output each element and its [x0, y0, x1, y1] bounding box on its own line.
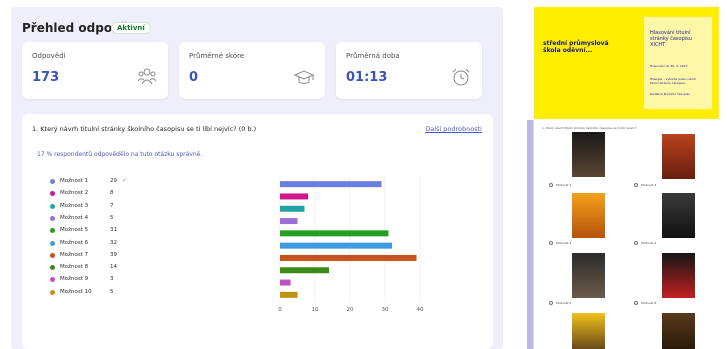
legend-dot-icon [50, 215, 55, 221]
cover-thumbnail-3 [572, 193, 605, 238]
legend-dot-icon [50, 289, 55, 295]
x-tick-label: 0 [278, 307, 282, 313]
stat-card-avg-time: Průměrná doba 01:13 [336, 42, 482, 99]
bar [280, 279, 291, 286]
legend-item: Možnost 9 3 [50, 275, 130, 285]
slide-box-subtitle: Hlasování do 30. 4. 2023 [650, 64, 688, 68]
legend-count: 39 [110, 251, 117, 258]
legend-count: 8 [110, 190, 114, 197]
form-question: 1. Který návrh titulní stránky školního … [542, 126, 637, 130]
slide-preview: střední průmyslová škola oděvní... Hlaso… [534, 7, 719, 119]
legend-label: Možnost 4 [60, 214, 89, 221]
legend-label: Možnost 9 [60, 276, 89, 283]
legend-count: 7 [110, 202, 114, 209]
legend-label: Možnost 2 [60, 190, 89, 197]
legend-dot-icon [50, 228, 55, 234]
option-1[interactable]: Možnost 1 [549, 183, 571, 187]
legend-item: Možnost 4 5 [50, 214, 130, 224]
legend-item: Možnost 1 29 ✓ [50, 177, 130, 187]
bar [280, 193, 308, 200]
legend-item: Možnost 10 5 [50, 288, 130, 298]
slide-box-title: Hlasování titulní stránky časopisu XICHT [650, 30, 692, 48]
correct-rate-info: 17 % respondentů odpovědělo na tuto otáz… [37, 151, 203, 158]
legend-label: Možnost 1 [60, 178, 89, 184]
question-card: 1. Který návrh titulní stránky školního … [22, 114, 493, 349]
slide-box-text: Hlasujte – vyberte jeden návrh titulní s… [650, 77, 697, 85]
option-4[interactable]: Možnost 4 [634, 241, 656, 245]
people-icon [137, 68, 157, 85]
legend-label: Možnost 3 [60, 202, 89, 209]
option-2[interactable]: Možnost 2 [634, 183, 656, 187]
cover-thumbnail-2 [662, 134, 695, 179]
bar [280, 230, 389, 237]
bar [280, 242, 392, 249]
stat-value: 173 [32, 70, 60, 85]
legend-count: 14 [110, 264, 117, 271]
legend-dot-icon [50, 191, 55, 197]
more-details-link[interactable]: Další podrobnosti [425, 125, 482, 133]
cover-thumbnail-4 [662, 193, 695, 238]
bar [280, 181, 382, 188]
legend-count: 5 [110, 288, 114, 295]
legend-label: Možnost 8 [60, 264, 89, 271]
legend-item: Možnost 7 39 [50, 251, 130, 261]
bar [280, 254, 417, 261]
slide-info-box: Hlasování titulní stránky časopisu XICHT… [644, 17, 712, 109]
stat-label: Průměrné skóre [189, 52, 245, 60]
app-root: Přehled odpovědí Aktivní Odpovědi 173 Pr… [0, 0, 728, 349]
legend-dot-icon [50, 252, 55, 258]
cover-thumbnail-5 [572, 253, 605, 298]
question-title: 1. Který návrh titulní stránky školního … [32, 125, 257, 133]
bar [280, 291, 298, 298]
slide-heading: střední průmyslová škola oděvní... [543, 40, 609, 54]
bar [280, 205, 305, 212]
x-tick-label: 20 [347, 307, 354, 313]
legend-dot-icon [50, 179, 55, 184]
option-3[interactable]: Možnost 3 [549, 241, 571, 245]
cover-thumbnail-7 [572, 313, 605, 349]
stat-card-responses: Odpovědi 173 [22, 42, 168, 99]
legend-item: Možnost 8 14 [50, 263, 130, 273]
legend-count: 32 [110, 239, 117, 246]
legend-item: Možnost 3 7 [50, 202, 130, 212]
slide-box-footer: Redakce školního časopisu [650, 92, 691, 96]
option-6[interactable]: Možnost 6 [634, 301, 656, 305]
cover-thumbnail-1 [572, 132, 605, 177]
x-tick-label: 40 [417, 307, 424, 313]
cover-thumbnail-8 [662, 313, 695, 349]
legend-count: 5 [110, 214, 114, 221]
stat-label: Průměrná doba [346, 52, 400, 60]
status-badge: Aktivní [111, 22, 151, 34]
stat-value: 01:13 [346, 70, 388, 85]
bar [280, 267, 329, 274]
graduation-cap-icon [293, 70, 315, 84]
bar-chart: 0 10 20 30 40 [278, 176, 424, 313]
x-tick-label: 30 [382, 307, 389, 313]
legend-dot-icon [50, 265, 55, 271]
form-preview: 1. Který návrh titulní stránky školního … [533, 120, 719, 349]
legend-count: 31 [110, 227, 117, 234]
legend-label: Možnost 5 [60, 227, 89, 234]
summary-panel: Přehled odpovědí Aktivní Odpovědi 173 Pr… [11, 7, 503, 349]
stat-card-avg-score: Průměrné skóre 0 [179, 42, 325, 99]
legend-dot-icon [50, 240, 55, 246]
legend-dot-icon [50, 277, 55, 283]
legend-count: 29 [110, 178, 117, 184]
legend-dot-icon [50, 203, 55, 209]
correct-check-icon: ✓ [122, 177, 128, 184]
x-tick-label: 10 [312, 307, 319, 313]
legend-label: Možnost 6 [60, 239, 89, 246]
legend-count: 3 [110, 276, 114, 283]
stat-value: 0 [189, 70, 199, 85]
option-5[interactable]: Možnost 5 [549, 301, 571, 305]
legend-label: Možnost 10 [60, 288, 92, 295]
legend-item: Možnost 6 32 [50, 239, 130, 249]
legend-item: Možnost 5 31 [50, 226, 130, 236]
cover-thumbnail-6 [662, 253, 695, 298]
legend-item: Možnost 2 8 [50, 189, 130, 199]
alarm-clock-icon [452, 68, 470, 86]
bar [280, 218, 298, 225]
stat-label: Odpovědi [32, 52, 66, 60]
legend-label: Možnost 7 [60, 251, 89, 258]
